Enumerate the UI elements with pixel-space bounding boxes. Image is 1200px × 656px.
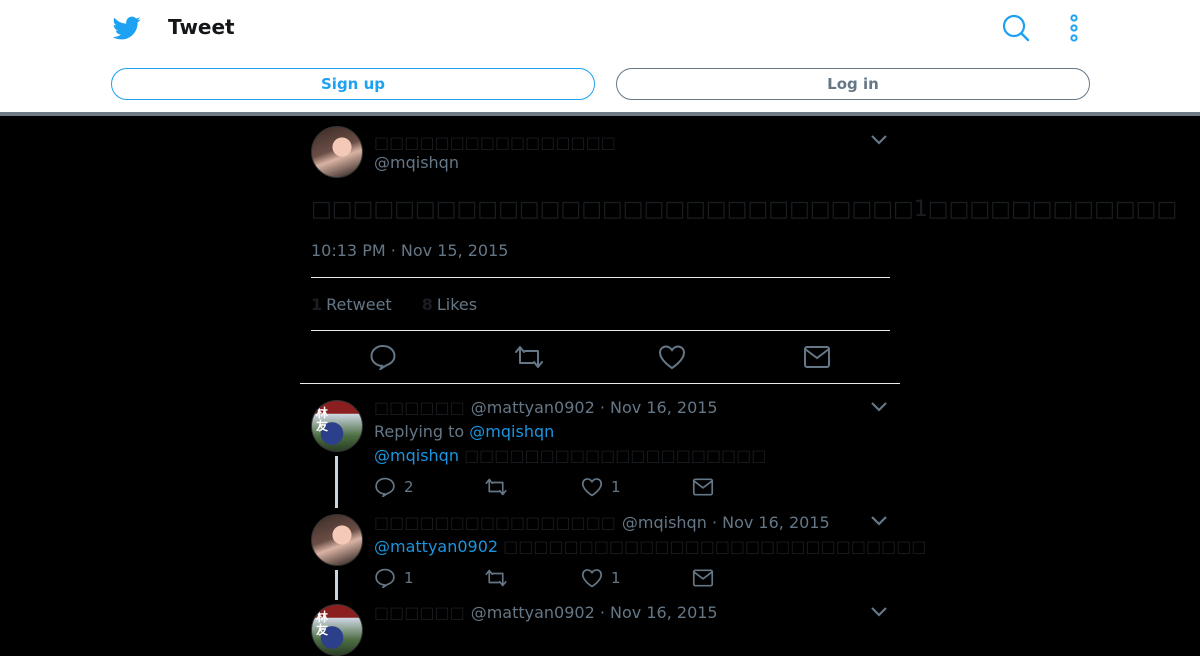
mention-link[interactable]: @mqishqn	[374, 446, 459, 465]
direct-message-icon[interactable]	[803, 344, 831, 370]
chevron-down-icon[interactable]	[870, 606, 888, 618]
reply-author-handle[interactable]: @mattyan0902	[471, 398, 595, 417]
thread-line	[335, 456, 338, 508]
like-action[interactable]: 1	[581, 477, 621, 497]
like-icon	[581, 569, 603, 588]
reply-author-handle[interactable]: @mqishqn	[622, 513, 707, 532]
likes-label: Likes	[436, 295, 478, 314]
retweet-count: 1	[311, 295, 323, 314]
reply-avatar[interactable]: 林友	[311, 604, 363, 656]
divider	[311, 330, 890, 331]
reply-header: □□□□□□ @mattyan0902 · Nov 16, 2015	[374, 398, 718, 417]
reply-icon	[375, 568, 395, 588]
avatar-text: 林友	[316, 406, 329, 433]
replying-to-label: Replying to	[374, 422, 465, 441]
direct-message-icon	[692, 569, 714, 587]
reply-author-name[interactable]: □□□□□□□□□□□□□□□□	[374, 513, 616, 532]
reply-count: 1	[404, 569, 414, 587]
more-options-icon[interactable]	[1064, 14, 1084, 42]
chevron-down-icon[interactable]	[870, 515, 888, 527]
mention-link[interactable]: @mattyan0902	[374, 537, 498, 556]
like-action[interactable]: 1	[581, 568, 621, 588]
reply-icon[interactable]	[369, 344, 397, 370]
dm-action[interactable]	[692, 568, 722, 588]
reply-action[interactable]: 2	[374, 477, 414, 497]
reply-author-name[interactable]: □□□□□□	[374, 398, 465, 417]
search-icon[interactable]	[1002, 14, 1030, 42]
reply-count: 2	[404, 478, 414, 496]
log-in-button[interactable]: Log in	[616, 68, 1090, 100]
reply-avatar[interactable]: 林友	[311, 400, 363, 452]
avatar-text: 林友	[316, 610, 329, 637]
reply-author-name[interactable]: □□□□□□	[374, 603, 465, 622]
replying-to-link[interactable]: @mqishqn	[469, 422, 554, 441]
replying-to: Replying to @mqishqn	[374, 422, 554, 441]
like-count: 1	[611, 478, 621, 496]
page-title: Tweet	[168, 15, 235, 39]
dm-action[interactable]	[692, 477, 722, 497]
tweet-timestamp[interactable]: 10:13 PM · Nov 15, 2015	[311, 241, 508, 260]
reply-action[interactable]: 1	[374, 568, 414, 588]
author-name[interactable]: □□□□□□□□□□□□□□□□	[374, 133, 616, 152]
retweet-stat[interactable]: 1 Retweet	[311, 295, 392, 314]
reply-text: @mattyan0902 □□□□□□□□□□□□□□□□□□□□□□□□□□□…	[374, 537, 926, 556]
like-count: 1	[611, 569, 621, 587]
reply-body: □□□□□□□□□□□□□□□□□□□□	[464, 446, 767, 465]
reply-header: □□□□□□□□□□□□□□□□ @mqishqn · Nov 16, 2015	[374, 513, 830, 532]
divider	[311, 277, 890, 278]
divider	[300, 383, 900, 384]
tweet-text: □□□□□□□□□□□□□□□□□□□□□□□□□□□□□1□□□□□□□□□□…	[311, 197, 1178, 222]
top-bar: Tweet Sign up Log in	[0, 0, 1200, 112]
author-handle[interactable]: @mqishqn	[374, 153, 459, 172]
reply-text: @mqishqn □□□□□□□□□□□□□□□□□□□□	[374, 446, 766, 465]
reply-avatar[interactable]	[311, 514, 363, 566]
reply-date[interactable]: · Nov 16, 2015	[712, 513, 830, 532]
author-avatar[interactable]	[311, 126, 363, 178]
reply-icon	[375, 477, 395, 497]
sign-up-button[interactable]: Sign up	[111, 68, 595, 100]
retweet-label: Retweet	[326, 295, 392, 314]
retweet-icon	[485, 478, 507, 496]
header-divider	[0, 112, 1200, 116]
reply-body: □□□□□□□□□□□□□□□□□□□□□□□□□□□□	[503, 537, 927, 556]
likes-count: 8	[421, 295, 433, 314]
retweet-icon	[485, 569, 507, 587]
retweet-action[interactable]	[484, 568, 516, 588]
chevron-down-icon[interactable]	[870, 401, 888, 413]
reply-author-handle[interactable]: @mattyan0902	[471, 603, 595, 622]
retweet-icon[interactable]	[513, 344, 545, 370]
reply-header: □□□□□□ @mattyan0902 · Nov 16, 2015	[374, 603, 718, 622]
retweet-action[interactable]	[484, 477, 516, 497]
reply-date[interactable]: · Nov 16, 2015	[600, 398, 718, 417]
thread-line	[335, 570, 338, 600]
like-icon[interactable]	[658, 344, 686, 370]
chevron-down-icon[interactable]	[870, 134, 888, 146]
likes-stat[interactable]: 8 Likes	[422, 295, 477, 314]
direct-message-icon	[692, 478, 714, 496]
like-icon	[581, 478, 603, 497]
tweet-stats: 1 Retweet 8 Likes	[311, 295, 507, 314]
twitter-bird-icon[interactable]	[112, 14, 142, 42]
reply-date[interactable]: · Nov 16, 2015	[600, 603, 718, 622]
